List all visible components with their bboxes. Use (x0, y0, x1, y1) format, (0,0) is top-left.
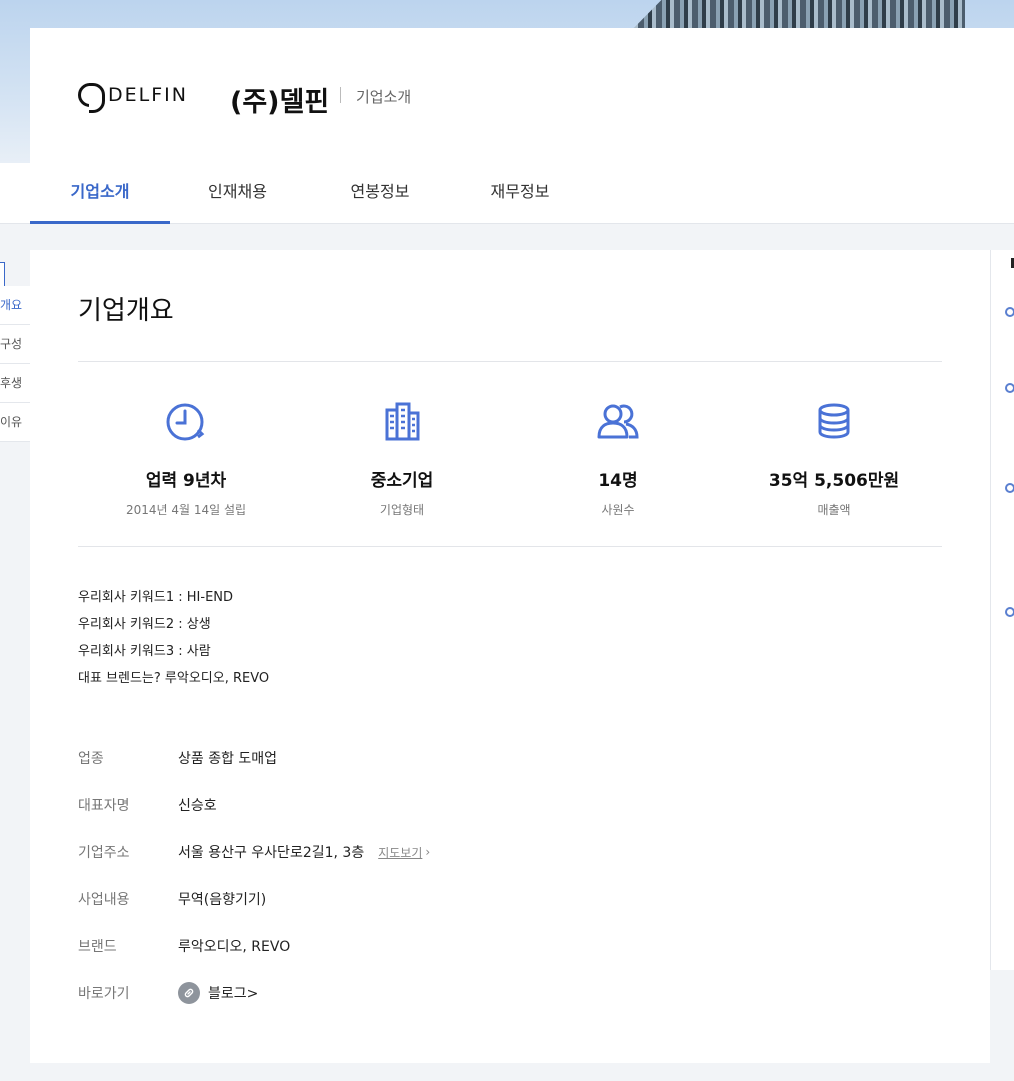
info-value: 상품 종합 도매업 (178, 751, 278, 767)
info-label: 브랜드 (78, 939, 117, 955)
header-divider (340, 87, 341, 103)
blog-link[interactable]: 블로그> (178, 982, 258, 1004)
keyword-line: 우리회사 키워드3 : 사람 (78, 644, 211, 659)
company-header: DELFIN (주)델핀 기업소개 (30, 28, 1014, 163)
divider (78, 361, 942, 362)
stat-label: 기업형태 (379, 503, 425, 517)
info-label: 대표자명 (78, 798, 130, 814)
side-nav-item-overview[interactable]: 개요 (0, 286, 30, 325)
timeline-dot (1005, 483, 1014, 493)
coins-icon (818, 403, 850, 439)
stat-label: 매출액 (817, 503, 851, 517)
header-subtitle: 기업소개 (356, 88, 412, 106)
info-row-business: 사업내용 무역(음향기기) (78, 887, 266, 911)
tab-company-intro[interactable]: 기업소개 (30, 163, 170, 224)
timeline-dot (1005, 607, 1014, 617)
tab-salary-info[interactable]: 연봉정보 (305, 163, 455, 224)
side-nav-item-reason[interactable]: 이유 (0, 403, 30, 442)
info-row-industry: 업종 상품 종합 도매업 (78, 746, 277, 770)
company-overview-card: 기업개요 업력 9년차 2014년 4월 14일 설립 중소기업 기업형태 14… (30, 250, 990, 1063)
info-value: 서울 용산구 우사단로2길1, 3층 (178, 845, 365, 861)
clock-icon (166, 403, 205, 441)
info-value: 무역(음향기기) (178, 892, 267, 908)
info-value: 루악오디오, REVO (178, 939, 291, 955)
keyword-line: 우리회사 키워드2 : 상생 (78, 617, 211, 632)
company-name: (주)델핀 (230, 87, 330, 118)
logo-text: DELFIN (108, 84, 188, 106)
stat-value: 14명 (598, 471, 638, 491)
info-label: 업종 (78, 751, 104, 767)
side-nav-top-marker (0, 262, 5, 288)
tab-financial-info[interactable]: 재무정보 (455, 163, 585, 224)
info-row-shortcut: 바로가기 블로그> (78, 981, 258, 1005)
side-nav-item-welfare[interactable]: 후생 (0, 364, 30, 403)
blog-link-label: 블로그> (208, 986, 259, 1002)
divider (78, 546, 942, 547)
stat-label: 2014년 4월 14일 설립 (125, 503, 247, 517)
stat-value: 35억 5,506만원 (768, 471, 900, 491)
info-row-brand: 브랜드 루악오디오, REVO (78, 934, 290, 958)
stat-revenue: 35억 5,506만원 매출액 (726, 400, 942, 518)
chevron-right-icon: › (425, 845, 431, 859)
stat-employees: 14명 사원수 (510, 400, 726, 518)
tab-bar: 기업소개 인재채용 연봉정보 재무정보 (0, 163, 1014, 224)
side-nav-item-composition[interactable]: 구성 (0, 325, 30, 364)
tab-recruitment[interactable]: 인재채용 (170, 163, 305, 224)
logo-mark-icon (78, 83, 105, 113)
keyword-line: 대표 브렌드는? 루악오디오, REVO (78, 671, 270, 686)
map-view-link[interactable]: 지도보기 (378, 844, 422, 861)
keyword-line: 우리회사 키워드1 : HI-END (78, 590, 234, 605)
info-label: 기업주소 (78, 845, 130, 861)
building-icon (385, 402, 420, 441)
info-value: 신승호 (178, 798, 217, 814)
stat-value: 업력 9년차 (145, 471, 227, 491)
stat-label: 사원수 (601, 503, 635, 517)
timeline-dot (1005, 383, 1014, 393)
info-row-address: 기업주소 서울 용산구 우사단로2길1, 3층 지도보기 › (78, 840, 430, 864)
right-timeline-panel (990, 250, 1014, 970)
info-label: 사업내용 (78, 892, 130, 908)
people-icon (597, 404, 639, 439)
company-keywords: 우리회사 키워드1 : HI-END 우리회사 키워드2 : 상생 우리회사 키… (78, 584, 269, 692)
stat-history: 업력 9년차 2014년 4월 14일 설립 (78, 400, 294, 518)
section-title: 기업개요 (78, 296, 174, 326)
building-image (633, 0, 965, 28)
company-logo: DELFIN (78, 83, 188, 113)
stat-company-type: 중소기업 기업형태 (294, 400, 510, 518)
info-row-ceo: 대표자명 신승호 (78, 793, 217, 817)
link-icon (178, 982, 200, 1004)
timeline-dot (1005, 307, 1014, 317)
stat-value: 중소기업 (370, 471, 434, 491)
info-label: 바로가기 (78, 986, 130, 1002)
